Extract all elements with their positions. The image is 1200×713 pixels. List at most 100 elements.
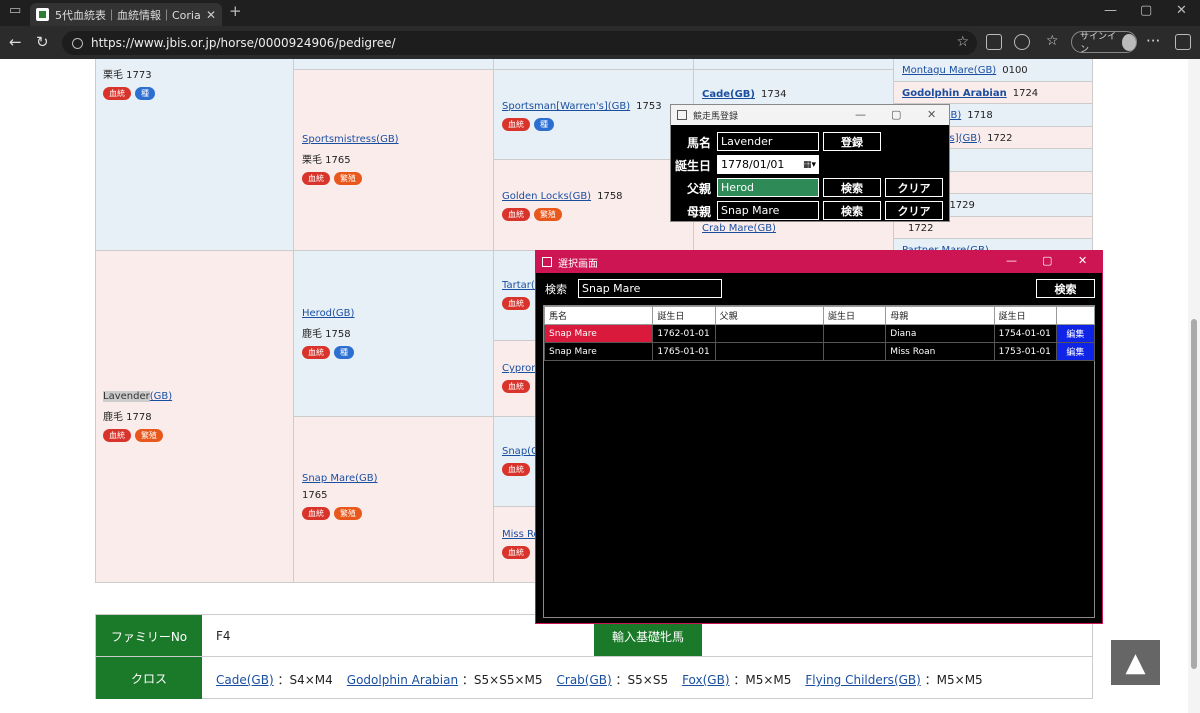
table-cell[interactable]: Diana	[885, 324, 995, 343]
column-header[interactable]: 誕生日	[993, 306, 1057, 325]
column-header[interactable]: 馬名	[543, 306, 654, 325]
tab-actions-icon[interactable]: ▭	[9, 3, 21, 18]
site-info-icon[interactable]	[72, 37, 83, 49]
table-cell[interactable]: 1762-01-01	[652, 324, 716, 343]
badge-blood[interactable]: 血統	[502, 380, 530, 393]
table-cell[interactable]	[714, 324, 825, 343]
badge-breed[interactable]: 繁殖	[534, 208, 562, 221]
edit-button[interactable]: 編集	[1055, 324, 1096, 343]
maximize-icon[interactable]: ▢	[891, 108, 901, 121]
back-icon[interactable]: ←	[9, 33, 22, 51]
favorites-icon[interactable]: ☆	[1046, 33, 1059, 49]
signin-button[interactable]: サインイン	[1071, 31, 1137, 55]
column-header[interactable]: 誕生日	[652, 306, 716, 325]
registration-titlebar[interactable]: 競走馬登録 — ▢ ✕	[671, 105, 949, 125]
extension-icon[interactable]	[986, 34, 1002, 50]
cross-horse-link[interactable]: Cade(GB)	[216, 673, 274, 687]
extensions-puzzle-icon[interactable]	[1014, 34, 1030, 50]
reload-icon[interactable]: ↻	[36, 33, 49, 51]
badge-breed[interactable]: 繁殖	[334, 507, 362, 520]
page-scrollbar[interactable]	[1188, 59, 1200, 713]
info-table: ファミリーNo F4 輸入基礎牝馬 クロス Cade(GB) ：S4×M4 God…	[95, 614, 1093, 699]
name-input[interactable]: Lavender	[717, 132, 819, 151]
horse-name[interactable]: Herod(GB)	[302, 308, 485, 319]
register-button[interactable]: 登録	[823, 132, 881, 151]
new-tab-icon[interactable]: +	[229, 2, 242, 20]
horse-name-suffix[interactable]: (GB)	[150, 391, 172, 402]
badge-blood[interactable]: 血統	[302, 507, 330, 520]
close-icon[interactable]: ✕	[927, 108, 936, 121]
scroll-to-top-button[interactable]: ▲	[1111, 640, 1160, 685]
sidebar-toggle-icon[interactable]	[1175, 34, 1191, 50]
table-row[interactable]: Snap Mare 1765-01-01 Miss Roan 1753-01-01 編集	[543, 342, 1096, 361]
cross-horse-link[interactable]: Godolphin Arabian	[347, 673, 458, 687]
badge-blood[interactable]: 血統	[302, 346, 330, 359]
url-field[interactable]: https://www.jbis.or.jp/horse/0000924906/…	[62, 31, 977, 55]
table-cell[interactable]	[822, 342, 887, 361]
horse-name[interactable]: Sportsmistress(GB)	[302, 134, 485, 145]
close-icon[interactable]: ✕	[1078, 254, 1087, 267]
menu-more-icon[interactable]: ···	[1146, 32, 1160, 50]
badge-blood[interactable]: 血統	[103, 87, 131, 100]
badge-sire[interactable]: 種	[334, 346, 354, 359]
horse-name[interactable]: Snap Mare(GB)	[302, 473, 485, 484]
horse-name[interactable]: Montagu Mare(GB)	[902, 65, 996, 76]
selection-titlebar[interactable]: 選択画面 — ▢ ✕	[536, 251, 1102, 273]
badge-blood[interactable]: 血統	[502, 463, 530, 476]
horse-name[interactable]: Godolphin Arabian	[902, 88, 1007, 99]
sire-input[interactable]: Herod	[717, 178, 819, 197]
table-cell[interactable]: 1753-01-01	[993, 342, 1057, 361]
table-cell[interactable]: 1765-01-01	[652, 342, 716, 361]
maximize-icon[interactable]: ▢	[1140, 3, 1152, 18]
edit-button[interactable]: 編集	[1055, 342, 1096, 361]
minimize-icon[interactable]: —	[1104, 3, 1117, 18]
horse-name[interactable]: Crab Mare(GB)	[702, 223, 776, 234]
table-cell[interactable]: Snap Mare	[543, 342, 654, 361]
badge-blood[interactable]: 血統	[502, 118, 530, 131]
table-row[interactable]: Snap Mare 1762-01-01 Diana 1754-01-01 編集	[543, 324, 1096, 343]
search-input[interactable]: Snap Mare	[578, 279, 722, 298]
dam-input[interactable]: Snap Mare	[717, 201, 819, 220]
cross-horse-link[interactable]: Crab(GB)	[557, 673, 612, 687]
badge-blood[interactable]: 血統	[502, 208, 530, 221]
scrollbar-thumb[interactable]	[1191, 319, 1197, 669]
badge-blood[interactable]: 血統	[302, 172, 330, 185]
close-window-icon[interactable]: ✕	[1176, 3, 1187, 18]
column-header[interactable]: 父親	[714, 306, 825, 325]
badge-sire[interactable]: 種	[135, 87, 155, 100]
minimize-icon[interactable]: —	[1006, 254, 1017, 267]
search-button[interactable]: 検索	[1036, 279, 1095, 298]
horse-sub: 1765	[302, 490, 328, 501]
dam-search-button[interactable]: 検索	[823, 201, 881, 220]
minimize-icon[interactable]: —	[855, 108, 866, 121]
badge-sire[interactable]: 種	[534, 118, 554, 131]
table-cell[interactable]: 1754-01-01	[993, 324, 1057, 343]
column-header[interactable]: 誕生日	[822, 306, 887, 325]
horse-name[interactable]: Golden Locks(GB)	[502, 191, 591, 202]
dam-clear-button[interactable]: クリア	[885, 201, 943, 220]
table-cell[interactable]: Miss Roan	[885, 342, 995, 361]
badge-blood[interactable]: 血統	[502, 546, 530, 559]
favorite-star-icon[interactable]: ☆	[956, 34, 969, 50]
badge-breed[interactable]: 繁殖	[334, 172, 362, 185]
tab-close-icon[interactable]: ✕	[206, 8, 216, 22]
badge-blood[interactable]: 血統	[502, 297, 530, 310]
badge-blood[interactable]: 血統	[103, 429, 131, 442]
horse-name[interactable]: Cade(GB)	[702, 89, 755, 100]
table-cell[interactable]	[714, 342, 825, 361]
badge-breed[interactable]: 繁殖	[135, 429, 163, 442]
table-cell[interactable]: Snap Mare	[543, 324, 654, 343]
calendar-dropdown-icon[interactable]: ▦▾	[803, 160, 816, 170]
birthdate-picker[interactable]: 1778/01/01 ▦▾	[717, 155, 819, 174]
column-header[interactable]: 母親	[885, 306, 995, 325]
horse-name[interactable]: Sportsman[Warren's](GB)	[502, 101, 630, 112]
cross-horse-link[interactable]: Flying Childers(GB)	[805, 673, 920, 687]
horse-name-lavender[interactable]: Lavender	[103, 391, 150, 402]
sire-search-button[interactable]: 検索	[823, 178, 881, 197]
table-cell[interactable]	[822, 324, 887, 343]
sire-clear-button[interactable]: クリア	[885, 178, 943, 197]
maximize-icon[interactable]: ▢	[1042, 254, 1052, 267]
column-header[interactable]	[1055, 306, 1096, 325]
browser-tab[interactable]: 5代血統表｜血統情報｜Coriander ✕	[30, 3, 222, 26]
cross-horse-link[interactable]: Fox(GB)	[682, 673, 729, 687]
